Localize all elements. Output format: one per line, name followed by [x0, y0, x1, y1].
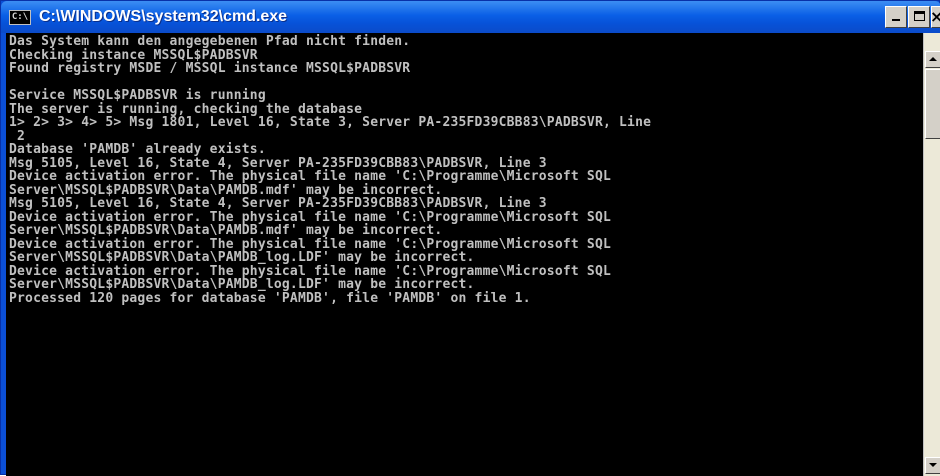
console-line: Server\MSSQL$PADBSVR\Data\PAMDB_log.LDF'…: [9, 250, 475, 265]
console-line: Msg 5105, Level 16, State 4, Server PA-2…: [9, 155, 547, 171]
console-line: Found registry MSDE / MSSQL instance MSS…: [9, 61, 411, 76]
maximize-icon: [914, 11, 925, 21]
close-icon: ×: [930, 7, 940, 26]
minimize-icon: [892, 19, 900, 21]
console-line: 2: [9, 128, 26, 144]
cmd-icon[interactable]: C:\: [9, 10, 31, 25]
scroll-thumb[interactable]: [925, 69, 940, 139]
console-line: Device activation error. The physical fi…: [9, 169, 611, 184]
console-line: Device activation error. The physical fi…: [9, 263, 611, 279]
arrow-down-icon: [929, 463, 937, 467]
console-line: The server is running, checking the data…: [9, 101, 363, 117]
console-line: Msg 5105, Level 16, State 4, Server PA-2…: [9, 196, 547, 211]
console-line: Server\MSSQL$PADBSVR\Data\PAMDB.mdf' may…: [9, 223, 443, 238]
console-line: Server\MSSQL$PADBSVR\Data\PAMDB_log.LDF'…: [9, 277, 475, 292]
close-button[interactable]: ×: [930, 6, 940, 28]
maximize-button[interactable]: [908, 6, 930, 28]
console-line: Das System kann den angegebenen Pfad nic…: [9, 34, 411, 49]
console-line: Service MSSQL$PADBSVR is running: [9, 88, 266, 103]
console-lines: Das System kann den angegebenen Pfad nic…: [6, 35, 651, 305]
vertical-scrollbar[interactable]: [923, 33, 940, 476]
window-title: C:\WINDOWS\system32\cmd.exe: [39, 8, 288, 25]
title-bar[interactable]: C:\ C:\WINDOWS\system32\cmd.exe ×: [1, 1, 940, 33]
console-output[interactable]: Das System kann den angegebenen Pfad nic…: [6, 33, 923, 476]
console-line: Database 'PAMDB' already exists.: [9, 142, 266, 157]
minimize-button[interactable]: [885, 6, 907, 28]
console-line: Checking instance MSSQL$PADBSVR: [9, 47, 258, 63]
arrow-up-icon: [929, 57, 937, 61]
scroll-up-button[interactable]: [925, 51, 940, 68]
console-line: Processed 120 pages for database 'PAMDB'…: [9, 290, 531, 306]
console-line: 1> 2> 3> 4> 5> Msg 1801, Level 16, State…: [9, 115, 652, 130]
cmd-window: C:\ C:\WINDOWS\system32\cmd.exe × Das Sy…: [0, 0, 940, 476]
console-line: Device activation error. The physical fi…: [9, 236, 611, 252]
scroll-down-button[interactable]: [925, 457, 940, 474]
console-line: Device activation error. The physical fi…: [9, 209, 611, 225]
console-line: Server\MSSQL$PADBSVR\Data\PAMDB.mdf' may…: [9, 182, 443, 198]
